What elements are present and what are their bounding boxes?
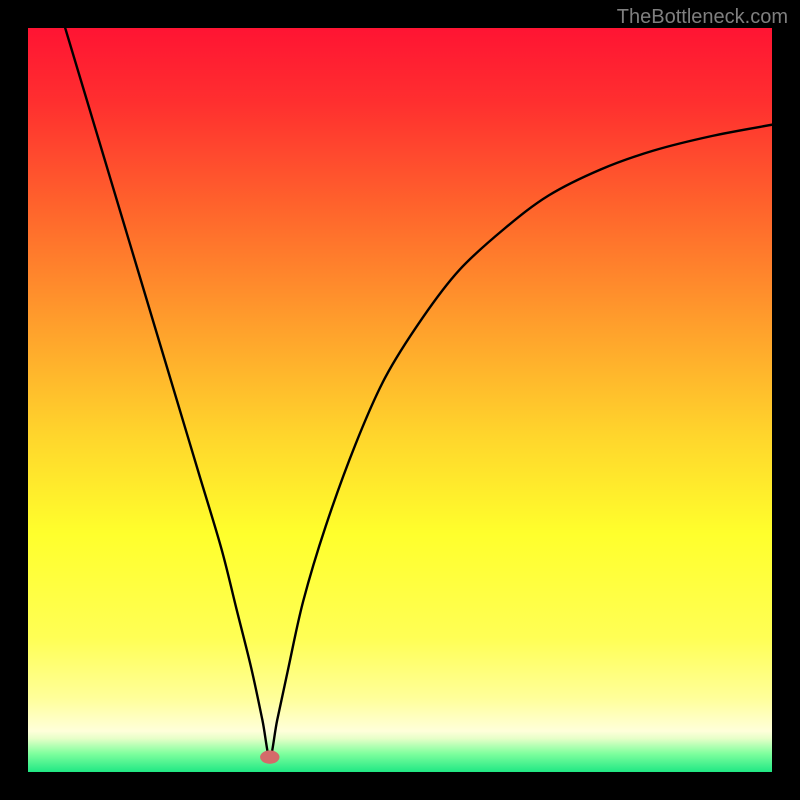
chart-frame: TheBottleneck.com — [0, 0, 800, 800]
gradient-background — [28, 28, 772, 772]
watermark-text: TheBottleneck.com — [617, 6, 788, 29]
plot-area — [28, 28, 772, 772]
min-marker — [260, 750, 279, 763]
chart-svg — [28, 28, 772, 772]
